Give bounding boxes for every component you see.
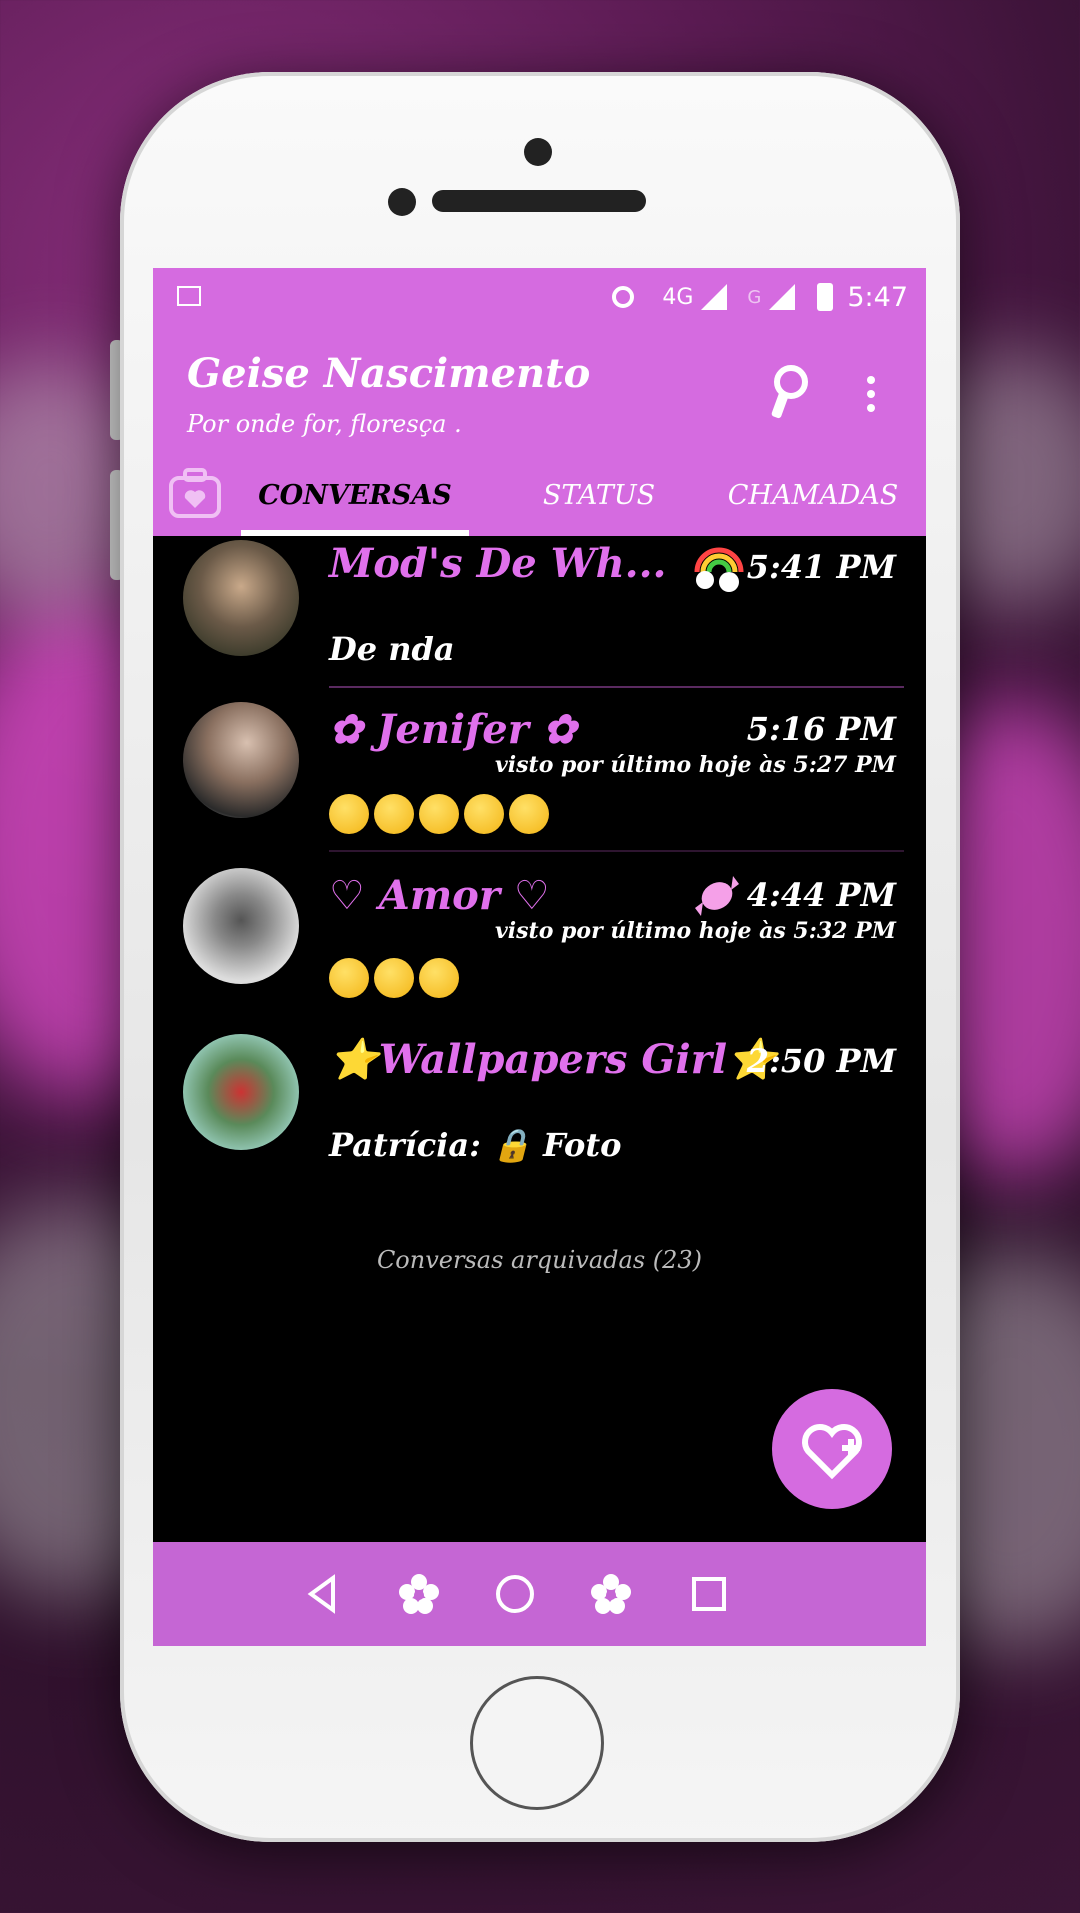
phone-camera bbox=[524, 138, 552, 166]
chat-last-seen: visto por último hoje às 5:32 PM bbox=[495, 918, 896, 944]
divider bbox=[329, 850, 904, 852]
screen: 4G G 5:47 Geise Nascimento Por onde for,… bbox=[153, 268, 926, 1646]
chat-name: Mod's De Wh... bbox=[329, 540, 667, 587]
chat-time: 5:16 PM bbox=[746, 710, 896, 748]
app-title: Geise Nascimento bbox=[187, 350, 591, 397]
avatar bbox=[183, 1034, 299, 1150]
emoji-icon bbox=[374, 793, 414, 834]
signal-icon-secondary bbox=[769, 284, 796, 310]
avatar bbox=[183, 702, 299, 818]
chat-row[interactable]: ♡ Amor ♡ 4:44 PM visto por último hoje à… bbox=[153, 866, 926, 1030]
new-chat-button[interactable] bbox=[772, 1389, 892, 1509]
chat-name: ✿ Jenifer ✿ bbox=[329, 706, 577, 753]
chat-time: 4:44 PM bbox=[746, 876, 896, 914]
recents-icon[interactable] bbox=[687, 1572, 731, 1616]
home-icon[interactable] bbox=[493, 1572, 537, 1616]
tab-status[interactable]: STATUS bbox=[509, 456, 689, 536]
hotspot-icon bbox=[612, 286, 635, 308]
emoji-icon bbox=[464, 793, 504, 834]
chat-last-seen: visto por último hoje às 5:27 PM bbox=[495, 752, 896, 778]
chat-message: De nda bbox=[329, 630, 455, 668]
app-bar: Geise Nascimento Por onde for, floresça … bbox=[153, 326, 926, 456]
emoji-icon bbox=[374, 957, 414, 998]
rainbow-sticker-icon bbox=[694, 547, 744, 592]
flower-icon bbox=[399, 1574, 439, 1614]
chat-row[interactable]: ✿ Jenifer ✿ 5:16 PM visto por último hoj… bbox=[153, 700, 926, 864]
back-icon[interactable] bbox=[301, 1572, 345, 1616]
network-type-secondary: G bbox=[747, 286, 762, 308]
network-type: 4G bbox=[662, 284, 694, 310]
more-icon[interactable] bbox=[867, 376, 877, 418]
chat-time: 2:50 PM bbox=[746, 1042, 896, 1080]
battery-icon bbox=[817, 283, 834, 311]
emoji-icon bbox=[509, 793, 549, 834]
chat-emoji-row bbox=[329, 956, 464, 998]
tab-conversas[interactable]: CONVERSAS bbox=[241, 456, 469, 536]
app-subtitle: Por onde for, floresça . bbox=[187, 410, 462, 438]
avatar bbox=[183, 868, 299, 984]
archived-chats-link[interactable]: Conversas arquivadas (23) bbox=[153, 1246, 926, 1274]
chat-row[interactable]: Mod's De Wh... 5:41 PM De nda bbox=[153, 536, 926, 696]
chat-time: 5:41 PM bbox=[746, 548, 896, 586]
chat-name: ⭐Wallpapers Girl⭐ bbox=[329, 1036, 777, 1083]
divider bbox=[329, 686, 904, 688]
status-time: 5:47 bbox=[847, 281, 908, 313]
tab-bar: CONVERSAS STATUS CHAMADAS bbox=[153, 456, 926, 536]
avatar bbox=[183, 540, 299, 656]
phone-sensor bbox=[388, 188, 416, 216]
phone-speaker bbox=[432, 190, 646, 212]
chat-name: ♡ Amor ♡ bbox=[329, 872, 550, 919]
chat-row[interactable]: ⭐Wallpapers Girl⭐ 2:50 PM Patrícia: 🔒 Fo… bbox=[153, 1030, 926, 1194]
flower-icon bbox=[591, 1574, 631, 1614]
signal-icon bbox=[701, 284, 728, 310]
emoji-icon bbox=[419, 957, 459, 998]
image-notification-icon bbox=[177, 286, 201, 306]
new-chat-icon bbox=[802, 1424, 862, 1480]
status-bar: 4G G 5:47 bbox=[153, 268, 926, 326]
chat-emoji-row bbox=[329, 792, 554, 834]
system-nav-bar bbox=[153, 1542, 926, 1646]
emoji-icon bbox=[329, 793, 369, 834]
camera-icon[interactable] bbox=[167, 466, 223, 522]
candy-sticker-icon bbox=[695, 876, 739, 916]
emoji-icon bbox=[419, 793, 459, 834]
tab-chamadas[interactable]: CHAMADAS bbox=[713, 456, 913, 536]
chat-message: Patrícia: 🔒 Foto bbox=[329, 1126, 622, 1164]
emoji-icon bbox=[329, 957, 369, 998]
search-icon[interactable] bbox=[765, 362, 819, 422]
phone-home-button[interactable] bbox=[470, 1676, 604, 1810]
